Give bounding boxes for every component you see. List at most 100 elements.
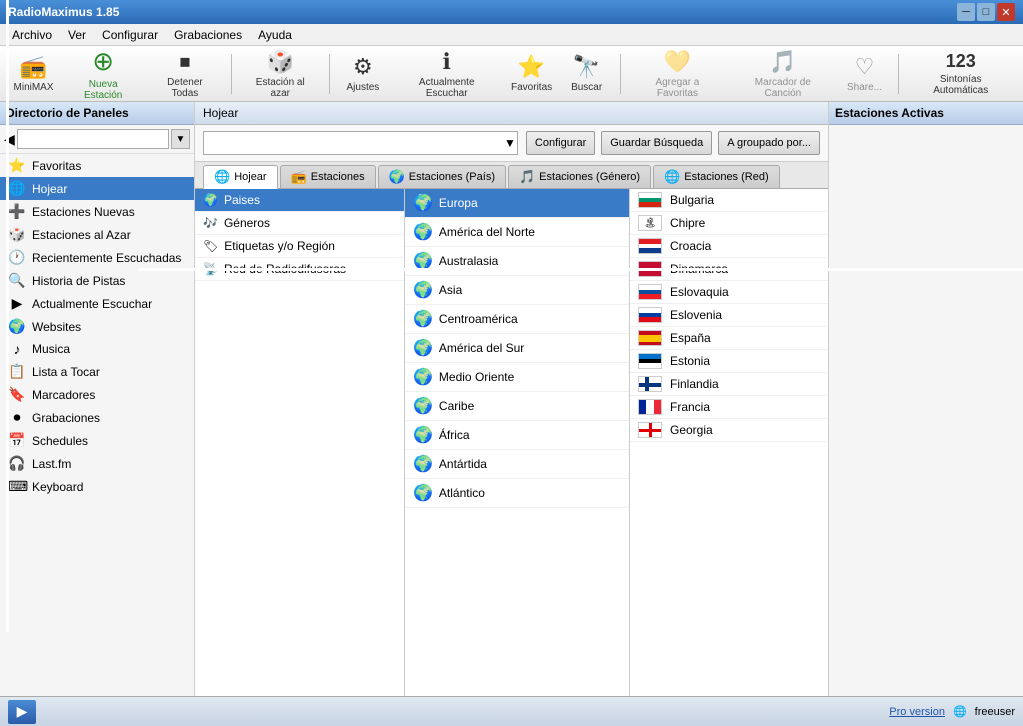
search-bar: ▼ Configurar Guardar Búsqueda A groupado… <box>195 125 828 162</box>
pane-item-europa[interactable]: 🌍 Europa <box>405 189 629 218</box>
actualmente-icon: ▶ <box>8 295 26 312</box>
tab-estaciones-icon: 📻 <box>291 169 307 185</box>
pane-item-africa[interactable]: 🌍 África <box>405 421 629 450</box>
country-item-chipre[interactable]: 🏝 Chipre <box>630 212 828 235</box>
sintonias-button[interactable]: 123 Sintonías Automáticas <box>906 50 1015 98</box>
menu-archivo[interactable]: Archivo <box>4 26 60 44</box>
marcador-cancion-button[interactable]: 🎵 Marcador de Canción <box>730 50 835 98</box>
centroamerica-icon: 🌍 <box>413 309 433 329</box>
sidebar-items-list: ⭐ Favoritas 🌐 Hojear ➕ Estaciones Nuevas… <box>0 154 194 498</box>
sidebar-item-recientemente[interactable]: 🕐 Recientemente Escuchadas <box>0 246 194 269</box>
actualmente-escuchar-button[interactable]: ℹ Actualmente Escuchar <box>392 50 502 98</box>
flag-eslovenia <box>638 307 662 323</box>
groupado-button[interactable]: A groupado por... <box>718 131 820 155</box>
africa-icon: 🌍 <box>413 425 433 445</box>
favoritas-button[interactable]: ⭐ Favoritas <box>506 50 558 98</box>
sidebar-item-hojear[interactable]: 🌐 Hojear <box>0 177 194 200</box>
share-button[interactable]: ♡ Share... <box>840 50 890 98</box>
sidebar-item-musica[interactable]: ♪ Musica <box>0 338 194 360</box>
flag-estonia <box>638 353 662 369</box>
menu-ver[interactable]: Ver <box>60 26 94 44</box>
toolbar-sep-1 <box>231 54 232 94</box>
minimax-button[interactable]: 📻 MiniMAX <box>8 50 59 98</box>
estacion-azar-button[interactable]: 🎲 Estación al azar <box>240 50 321 98</box>
sidebar-item-actualmente[interactable]: ▶ Actualmente Escuchar <box>0 292 194 315</box>
country-item-eslovenia[interactable]: Eslovenia <box>630 304 828 327</box>
search-input[interactable] <box>203 131 518 155</box>
right-panel-header: Estaciones Activas <box>829 102 1023 125</box>
actualmente-escuchar-label: Actualmente Escuchar <box>398 77 496 99</box>
maximize-button[interactable]: □ <box>977 3 995 21</box>
pane-item-caribe[interactable]: 🌍 Caribe <box>405 392 629 421</box>
detener-todas-button[interactable]: ⏹ Detener Todas <box>147 50 222 98</box>
country-item-georgia[interactable]: Georgia <box>630 419 828 442</box>
guardar-busqueda-button[interactable]: Guardar Búsqueda <box>601 131 712 155</box>
country-item-estonia[interactable]: Estonia <box>630 350 828 373</box>
pane-item-australasia[interactable]: 🌍 Australasia <box>405 247 629 276</box>
pro-version-link[interactable]: Pro version <box>889 706 945 718</box>
sidebar-item-grabaciones[interactable]: ⏺ Grabaciones <box>0 406 194 429</box>
menu-bar: Archivo Ver Configurar Grabaciones Ayuda <box>0 24 1023 46</box>
detener-todas-label: Detener Todas <box>153 77 216 99</box>
content-area: Hojear ▼ Configurar Guardar Búsqueda A g… <box>195 102 828 696</box>
sidebar-search-button[interactable]: ▼ <box>171 129 190 149</box>
search-dropdown-arrow[interactable]: ▼ <box>504 136 516 150</box>
country-item-francia[interactable]: Francia <box>630 396 828 419</box>
buscar-button[interactable]: 🔭 Buscar <box>562 50 612 98</box>
pane-item-asia[interactable]: 🌍 Asia <box>405 276 629 305</box>
country-item-dinamarca[interactable]: Dinamarca <box>630 258 828 281</box>
pane-item-generos[interactable]: 🎶 Géneros <box>195 212 404 235</box>
country-item-croacia[interactable]: Croacia <box>630 235 828 258</box>
sidebar-item-marcadores[interactable]: 🔖 Marcadores <box>0 383 194 406</box>
tab-estaciones[interactable]: 📻 Estaciones <box>280 165 376 188</box>
tab-genero[interactable]: 🎵 Estaciones (Género) <box>508 165 651 188</box>
country-item-bulgaria[interactable]: Bulgaria <box>630 189 828 212</box>
tab-hojear[interactable]: 🌐 Hojear <box>203 165 278 189</box>
pane-item-centroamerica[interactable]: 🌍 Centroamérica <box>405 305 629 334</box>
close-button[interactable]: ✕ <box>997 3 1015 21</box>
pane-item-atlantico[interactable]: 🌍 Atlántico <box>405 479 629 508</box>
america-sur-icon: 🌍 <box>413 338 433 358</box>
tab-pais[interactable]: 🌍 Estaciones (País) <box>378 165 506 188</box>
menu-ayuda[interactable]: Ayuda <box>250 26 300 44</box>
pane-item-paises[interactable]: 🌍 Paises <box>195 189 404 212</box>
middle-pane: 🌍 Europa 🌍 América del Norte 🌍 Australas… <box>405 189 630 696</box>
sidebar-item-lista-tocar[interactable]: 📋 Lista a Tocar <box>0 360 194 383</box>
menu-configurar[interactable]: Configurar <box>94 26 166 44</box>
agregar-favoritas-button[interactable]: 💛 Agregar a Favoritas <box>629 50 727 98</box>
sidebar-item-historia[interactable]: 🔍 Historia de Pistas <box>0 269 194 292</box>
pane-item-antartida[interactable]: 🌍 Antártida <box>405 450 629 479</box>
actualmente-escuchar-icon: ℹ <box>443 49 451 75</box>
play-button[interactable]: ▶ <box>8 700 36 724</box>
configurar-button[interactable]: Configurar <box>526 131 595 155</box>
buscar-icon: 🔭 <box>573 54 600 80</box>
country-item-finlandia[interactable]: Finlandia <box>630 373 828 396</box>
pane-item-etiquetas[interactable]: 🏷 Etiquetas y/o Región <box>195 235 404 258</box>
sidebar-item-estaciones-nuevas[interactable]: ➕ Estaciones Nuevas <box>0 200 194 223</box>
sidebar-item-lastfm[interactable]: 🎧 Last.fm <box>0 452 194 475</box>
etiquetas-icon: 🏷 <box>203 239 218 253</box>
sidebar-item-schedules[interactable]: 📅 Schedules <box>0 429 194 452</box>
flag-espana <box>638 330 662 346</box>
menu-grabaciones[interactable]: Grabaciones <box>166 26 250 44</box>
agregar-favoritas-icon: 💛 <box>664 49 691 75</box>
sidebar-item-estaciones-azar[interactable]: 🎲 Estaciones al Azar <box>0 223 194 246</box>
minimize-button[interactable]: ─ <box>957 3 975 21</box>
schedules-icon: 📅 <box>8 432 26 449</box>
ajustes-button[interactable]: ⚙ Ajustes <box>338 50 388 98</box>
country-item-eslovaquia[interactable]: Eslovaquia <box>630 281 828 304</box>
sidebar-search-input[interactable] <box>17 129 169 149</box>
pane-item-medio-oriente[interactable]: 🌍 Medio Oriente <box>405 363 629 392</box>
country-item-espana[interactable]: España <box>630 327 828 350</box>
sidebar-item-websites[interactable]: 🌍 Websites <box>0 315 194 338</box>
generos-icon: 🎶 <box>203 216 218 230</box>
tab-red[interactable]: 🌐 Estaciones (Red) <box>653 165 780 188</box>
sidebar-item-favoritas[interactable]: ⭐ Favoritas <box>0 154 194 177</box>
nueva-estacion-button[interactable]: ⊕ Nueva Estación <box>63 50 143 98</box>
app-title: RadioMaximus 1.85 <box>8 5 119 19</box>
tabs-bar: 🌐 Hojear 📻 Estaciones 🌍 Estaciones (País… <box>195 162 828 189</box>
pane-item-america-norte[interactable]: 🌍 América del Norte <box>405 218 629 247</box>
estacion-azar-icon: 🎲 <box>267 49 294 75</box>
sidebar-item-keyboard[interactable]: ⌨ Keyboard <box>0 475 194 498</box>
pane-item-america-sur[interactable]: 🌍 América del Sur <box>405 334 629 363</box>
